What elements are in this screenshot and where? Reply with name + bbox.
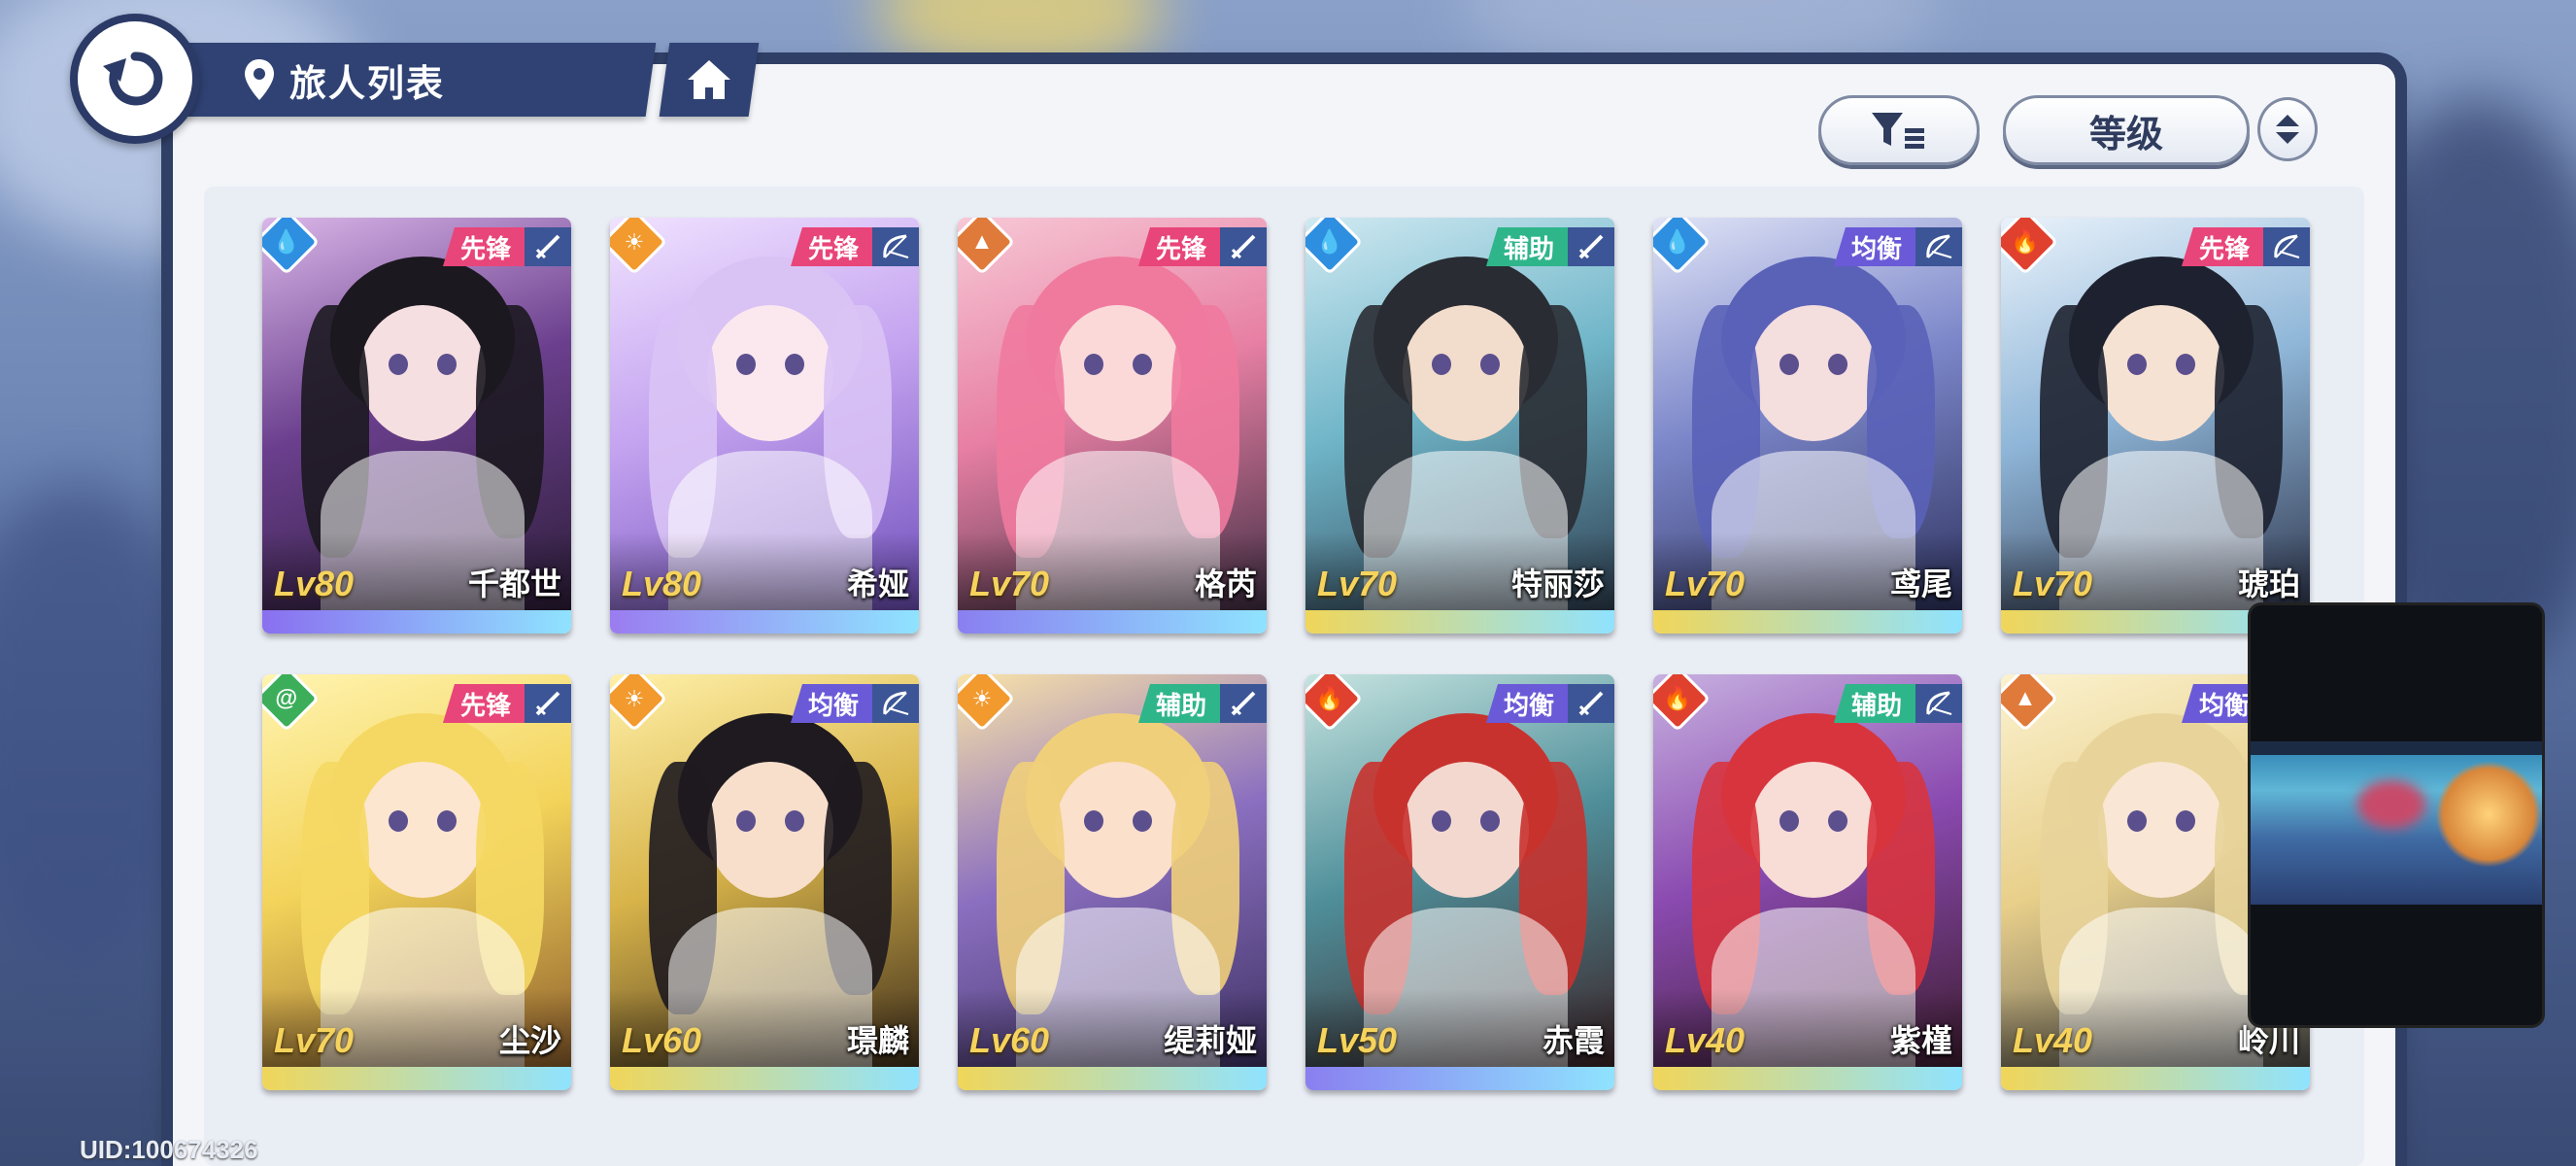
character-level: Lv80 xyxy=(274,564,355,603)
role-badge: 辅助 xyxy=(1137,684,1220,723)
back-button[interactable] xyxy=(70,14,200,144)
character-name: 琥珀 xyxy=(2237,566,2300,601)
character-name: 璟麟 xyxy=(846,1023,909,1058)
character-level: Lv40 xyxy=(1665,1020,1746,1060)
character-card[interactable]: 💧 先锋 Lv80 千都世 xyxy=(262,218,571,634)
rarity-strip xyxy=(958,610,1267,634)
location-pin-icon xyxy=(245,59,274,100)
character-name: 缇莉娅 xyxy=(1163,1023,1257,1058)
title-bar: 旅人列表 xyxy=(159,43,657,117)
rarity-strip xyxy=(610,1067,919,1090)
role-badge: 先锋 xyxy=(442,684,525,723)
character-card[interactable]: 💧 辅助 Lv70 特丽莎 xyxy=(1305,218,1614,634)
sort-up-icon xyxy=(2276,115,2299,126)
sword-icon xyxy=(525,227,571,266)
filter-icon xyxy=(1872,113,1924,149)
sort-down-icon xyxy=(2276,132,2299,144)
rarity-strip xyxy=(1305,1067,1614,1090)
character-name: 紫槿 xyxy=(1889,1023,1952,1058)
character-card[interactable]: 🔥 辅助 Lv40 紫槿 xyxy=(1653,674,1962,1090)
character-level: Lv70 xyxy=(969,564,1050,603)
game-preview xyxy=(2251,741,2542,905)
character-card[interactable]: @ 先锋 Lv70 尘沙 xyxy=(262,674,571,1090)
character-level: Lv40 xyxy=(2013,1020,2093,1060)
sort-by-level-button[interactable]: 等级 xyxy=(2003,95,2250,165)
rarity-strip xyxy=(2001,1067,2310,1090)
role-badge: 均衡 xyxy=(1485,684,1568,723)
character-level: Lv60 xyxy=(969,1020,1050,1060)
character-card[interactable]: ☀ 先锋 Lv80 希娅 xyxy=(610,218,919,634)
page-title: 旅人列表 xyxy=(289,63,446,105)
character-level: Lv60 xyxy=(622,1020,702,1060)
sort-order-toggle[interactable] xyxy=(2257,97,2318,161)
character-card[interactable]: 🔥 均衡 Lv50 赤霞 xyxy=(1305,674,1614,1090)
character-level: Lv70 xyxy=(274,1020,355,1060)
character-card[interactable]: 🔥 先锋 Lv70 琥珀 xyxy=(2001,218,2310,634)
back-arrow-icon xyxy=(103,51,163,106)
role-badge: 先锋 xyxy=(1137,227,1220,266)
role-badge: 均衡 xyxy=(1833,227,1915,266)
sword-icon xyxy=(1568,684,1614,723)
character-name: 赤霞 xyxy=(1542,1023,1605,1058)
character-name: 格芮 xyxy=(1194,566,1257,601)
bow-icon xyxy=(1915,684,1962,723)
home-button[interactable] xyxy=(659,43,760,117)
rarity-strip xyxy=(1305,610,1614,634)
bow-icon xyxy=(1915,227,1962,266)
character-name: 鸢尾 xyxy=(1889,566,1952,601)
rarity-strip xyxy=(1653,1067,1962,1090)
role-badge: 均衡 xyxy=(790,684,872,723)
floating-game-window[interactable] xyxy=(2248,602,2545,1028)
character-level: Lv70 xyxy=(1317,564,1398,603)
rarity-strip xyxy=(262,610,571,634)
bow-icon xyxy=(872,227,919,266)
filter-button[interactable] xyxy=(1818,95,1980,165)
home-icon xyxy=(688,60,730,99)
role-badge: 先锋 xyxy=(442,227,525,266)
character-level: Lv70 xyxy=(1665,564,1746,603)
player-uid: UID:100674326 xyxy=(80,1135,258,1164)
role-badge: 辅助 xyxy=(1485,227,1568,266)
sword-icon xyxy=(525,684,571,723)
sword-icon xyxy=(1220,227,1267,266)
character-level: Lv50 xyxy=(1317,1020,1398,1060)
rarity-strip xyxy=(1653,610,1962,634)
bow-icon xyxy=(872,684,919,723)
rarity-strip xyxy=(610,610,919,634)
rarity-strip xyxy=(958,1067,1267,1090)
sword-icon xyxy=(1568,227,1614,266)
character-card[interactable]: ☀ 辅助 Lv60 缇莉娅 xyxy=(958,674,1267,1090)
character-card[interactable]: ▲ 先锋 Lv70 格芮 xyxy=(958,218,1267,634)
rarity-strip xyxy=(262,1067,571,1090)
character-level: Lv70 xyxy=(2013,564,2093,603)
role-badge: 先锋 xyxy=(2181,227,2263,266)
character-name: 尘沙 xyxy=(498,1023,561,1058)
character-level: Lv80 xyxy=(622,564,702,603)
bow-icon xyxy=(2263,227,2310,266)
character-card[interactable]: 💧 均衡 Lv70 鸢尾 xyxy=(1653,218,1962,634)
role-badge: 先锋 xyxy=(790,227,872,266)
character-name: 特丽莎 xyxy=(1510,566,1605,601)
character-card[interactable]: ☀ 均衡 Lv60 璟麟 xyxy=(610,674,919,1090)
sword-icon xyxy=(1220,684,1267,723)
role-badge: 辅助 xyxy=(1833,684,1915,723)
character-name: 希娅 xyxy=(846,566,909,601)
character-name: 千都世 xyxy=(467,566,561,601)
